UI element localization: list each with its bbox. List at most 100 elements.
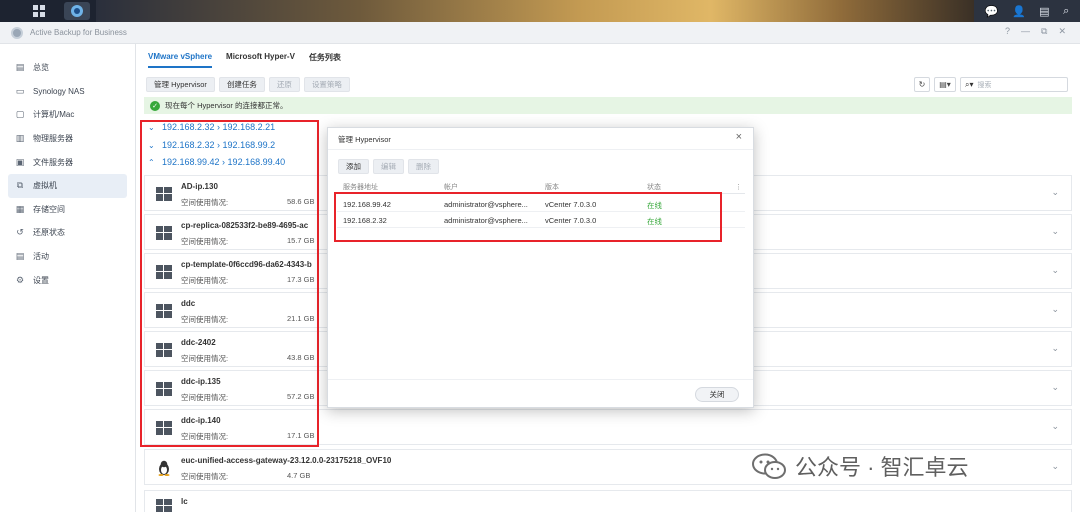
sidebar-item-computer[interactable]: ▢ 计算机/Mac	[8, 103, 127, 127]
sidebar-item-label: 还原状态	[33, 228, 65, 238]
manage-hypervisor-dialog: 管理 Hypervisor × 添加 编辑 删除 服务器地址 帐户 版本 状态 …	[327, 127, 754, 408]
vm-usage-label: 空间使用情况:	[181, 276, 229, 285]
windows-icon	[156, 421, 172, 435]
vm-row[interactable]: ddc-ip.140 空间使用情况: 17.1 GB ⌄	[144, 409, 1072, 445]
sidebar-item-storage[interactable]: ▦ 存储空间	[8, 198, 127, 222]
hypervisor-group-1[interactable]: ⌄ 192.168.2.32 › 192.168.2.21	[148, 119, 275, 135]
window-titlebar: Active Backup for Business ? — ⧉ ✕	[0, 22, 1080, 44]
vm-usage-size: 15.7 GB	[287, 236, 315, 245]
sidebar-item-label: 计算机/Mac	[33, 110, 75, 120]
sidebar-item-label: 虚拟机	[33, 181, 57, 191]
toolbar: 管理 Hypervisor 创建任务 还原 设置策略	[146, 77, 350, 92]
windows-icon	[156, 382, 172, 396]
chevron-down-icon[interactable]: ⌄	[1051, 265, 1059, 276]
close-button[interactable]: 关闭	[695, 387, 739, 402]
chat-icon[interactable]: 💬	[985, 5, 999, 18]
sidebar-item-activity[interactable]: ▤ 活动	[8, 245, 127, 269]
status-badge: 在线	[647, 201, 662, 210]
chevron-down-icon[interactable]: ⌄	[1051, 304, 1059, 315]
sidebar-item-vm[interactable]: ⧉ 虚拟机	[8, 173, 127, 198]
nas-icon: ▭	[15, 85, 25, 96]
tab-hyperv[interactable]: Microsoft Hyper-V	[226, 52, 295, 68]
column-header-address[interactable]: 服务器地址	[343, 181, 378, 193]
watermark-text: 公众号 · 智汇卓云	[795, 455, 969, 480]
vm-name: AD-ip.130	[181, 182, 218, 191]
column-header-status[interactable]: 状态	[647, 181, 661, 193]
minimize-icon[interactable]: —	[1021, 26, 1030, 37]
search-icon[interactable]: ⌕	[1063, 5, 1069, 18]
restore-button[interactable]: 还原	[268, 77, 300, 92]
sidebar-item-overview[interactable]: ▤ 总览	[8, 56, 127, 80]
sidebar-item-label: 物理服务器	[33, 134, 73, 144]
account: administrator@vsphere...	[444, 216, 528, 225]
vm-name: cp-replica-082533f2-be89-4695-ac	[181, 221, 309, 230]
vm-name: ddc-ip.140	[181, 416, 221, 425]
delete-button[interactable]: 删除	[408, 159, 439, 174]
column-header-account[interactable]: 帐户	[444, 181, 458, 193]
windows-icon	[156, 187, 172, 201]
hypervisor-group-3[interactable]: ⌃ 192.168.99.42 › 192.168.99.40	[148, 154, 285, 170]
vm-usage-size: 21.1 GB	[287, 314, 315, 323]
grid-icon[interactable]	[26, 2, 52, 20]
tab-vmware[interactable]: VMware vSphere	[148, 52, 213, 68]
server-address: 192.168.2.32	[343, 216, 387, 225]
chevron-down-icon[interactable]: ⌄	[1051, 226, 1059, 237]
set-policy-button[interactable]: 设置策略	[303, 77, 350, 92]
windows-icon	[156, 499, 172, 512]
vm-usage-size: 17.3 GB	[287, 275, 315, 284]
wallpaper-strip	[96, 0, 974, 22]
tab-task-list[interactable]: 任务列表	[309, 52, 341, 68]
vm-name: ddc-2402	[181, 338, 216, 347]
hypervisor-group-2[interactable]: ⌄ 192.168.2.32 › 192.168.99.2	[148, 137, 275, 153]
vm-usage-label: 空间使用情况:	[181, 354, 229, 363]
vm-usage-label: 空间使用情况:	[181, 315, 229, 324]
sidebar-item-physical-server[interactable]: ▥ 物理服务器	[8, 127, 127, 151]
search-icon: ⌕▾	[965, 79, 974, 89]
sidebar-item-nas[interactable]: ▭ Synology NAS	[8, 80, 127, 104]
vm-row[interactable]: lc	[144, 490, 1072, 512]
divider	[337, 193, 745, 194]
chevron-down-icon[interactable]: ⌄	[1051, 187, 1059, 198]
vm-usage-label: 空间使用情况:	[181, 198, 229, 207]
group-label: 192.168.99.42 › 192.168.99.40	[162, 157, 286, 167]
search-input[interactable]: ⌕▾ 搜索	[960, 77, 1068, 92]
app-icon[interactable]	[64, 2, 90, 20]
sidebar-item-label: 活动	[33, 252, 49, 262]
sidebar-item-file-server[interactable]: ▣ 文件服务器	[8, 150, 127, 174]
sidebar-item-label: 总览	[33, 63, 49, 73]
chevron-down-icon[interactable]: ⌄	[1051, 461, 1059, 472]
column-header-version[interactable]: 版本	[545, 181, 559, 193]
close-icon[interactable]: ×	[736, 131, 742, 143]
user-icon[interactable]: 👤	[1012, 5, 1026, 18]
group-label: 192.168.2.32 › 192.168.99.2	[162, 140, 276, 150]
taskbar-tray: 💬 👤 ▤ ⌕	[974, 0, 1080, 22]
search-placeholder: 搜索	[977, 81, 992, 89]
sidebar-item-label: Synology NAS	[33, 86, 85, 96]
status-badge: 在线	[647, 217, 662, 226]
maximize-icon[interactable]: ⧉	[1041, 26, 1047, 37]
server-icon: ▥	[15, 133, 25, 144]
table-row[interactable]: 192.168.99.42 administrator@vsphere... v…	[337, 196, 745, 212]
chevron-down-icon[interactable]: ⌄	[1051, 421, 1059, 432]
manage-hypervisor-button[interactable]: 管理 Hypervisor	[146, 77, 215, 92]
table-row[interactable]: 192.168.2.32 administrator@vsphere... vC…	[337, 212, 745, 228]
column-menu-icon[interactable]: ⋮	[735, 181, 742, 193]
vm-usage-label: 空间使用情况:	[181, 237, 229, 246]
file-server-icon: ▣	[15, 156, 25, 167]
overview-icon: ▤	[15, 62, 25, 73]
sidebar-item-settings[interactable]: ⚙ 设置	[8, 268, 127, 292]
chevron-down-icon[interactable]: ⌄	[1051, 382, 1059, 393]
edit-button[interactable]: 编辑	[373, 159, 404, 174]
add-button[interactable]: 添加	[338, 159, 369, 174]
sidebar-item-label: 设置	[33, 275, 49, 285]
view-toggle-icon[interactable]: ▤▾	[934, 77, 956, 92]
help-icon[interactable]: ?	[1005, 26, 1010, 37]
sidebar-item-restore[interactable]: ↺ 还原状态	[8, 221, 127, 245]
close-icon[interactable]: ✕	[1058, 26, 1066, 37]
vm-usage-size: 43.8 GB	[287, 353, 315, 362]
refresh-icon[interactable]: ↻	[914, 77, 930, 92]
settings-icon: ⚙	[15, 274, 25, 285]
widget-icon[interactable]: ▤	[1039, 5, 1049, 18]
create-task-button[interactable]: 创建任务	[218, 77, 265, 92]
chevron-down-icon[interactable]: ⌄	[1051, 343, 1059, 354]
